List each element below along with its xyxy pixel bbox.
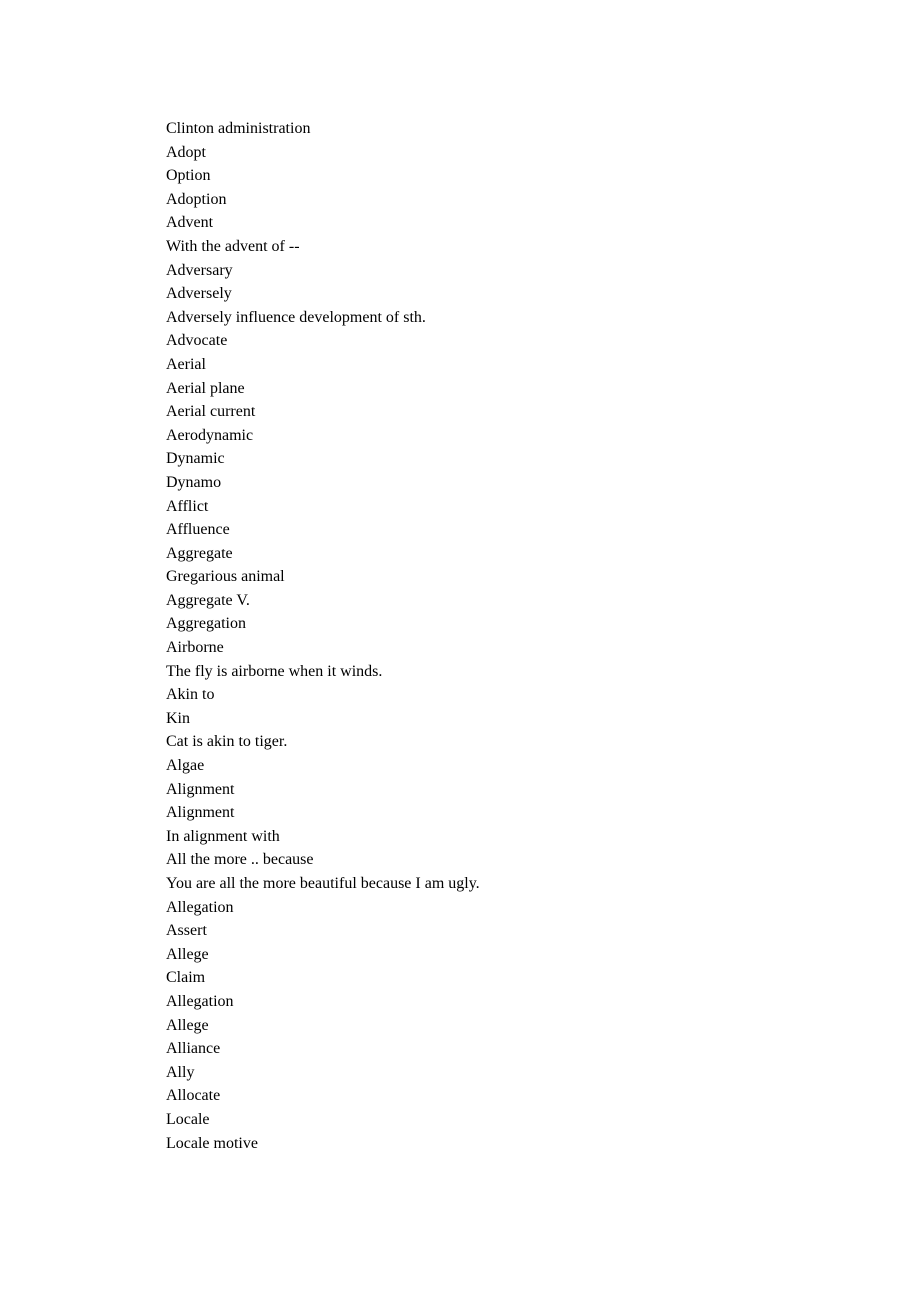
list-item: Aerial current bbox=[166, 400, 840, 424]
list-item: Afflict bbox=[166, 495, 840, 519]
list-item: Allege bbox=[166, 1014, 840, 1038]
list-item: Dynamo bbox=[166, 471, 840, 495]
list-item: Aerial plane bbox=[166, 377, 840, 401]
list-item: Adversely influence development of sth. bbox=[166, 306, 840, 330]
list-item: Kin bbox=[166, 707, 840, 731]
list-item: Gregarious animal bbox=[166, 565, 840, 589]
list-item: Cat is akin to tiger. bbox=[166, 730, 840, 754]
list-item: In alignment with bbox=[166, 825, 840, 849]
list-item: Advocate bbox=[166, 329, 840, 353]
list-item: Alliance bbox=[166, 1037, 840, 1061]
list-item: Adopt bbox=[166, 141, 840, 165]
list-item: Ally bbox=[166, 1061, 840, 1085]
list-item: Aggregate bbox=[166, 542, 840, 566]
list-item: Aggregate V. bbox=[166, 589, 840, 613]
list-item: Allegation bbox=[166, 896, 840, 920]
list-item: Adoption bbox=[166, 188, 840, 212]
list-item: Adversary bbox=[166, 259, 840, 283]
list-item: Allocate bbox=[166, 1084, 840, 1108]
list-item: Allege bbox=[166, 943, 840, 967]
list-item: Assert bbox=[166, 919, 840, 943]
list-item: With the advent of -- bbox=[166, 235, 840, 259]
list-item: Option bbox=[166, 164, 840, 188]
list-item: Aerodynamic bbox=[166, 424, 840, 448]
list-item: Adversely bbox=[166, 282, 840, 306]
list-item: Algae bbox=[166, 754, 840, 778]
list-item: Claim bbox=[166, 966, 840, 990]
list-item: Affluence bbox=[166, 518, 840, 542]
list-item: Airborne bbox=[166, 636, 840, 660]
word-list: Clinton administrationAdoptOptionAdoptio… bbox=[166, 117, 840, 1155]
list-item: All the more .. because bbox=[166, 848, 840, 872]
list-item: Aerial bbox=[166, 353, 840, 377]
list-item: Aggregation bbox=[166, 612, 840, 636]
list-item: Alignment bbox=[166, 778, 840, 802]
list-item: Akin to bbox=[166, 683, 840, 707]
list-item: The fly is airborne when it winds. bbox=[166, 660, 840, 684]
list-item: You are all the more beautiful because I… bbox=[166, 872, 840, 896]
document-page: Clinton administrationAdoptOptionAdoptio… bbox=[0, 0, 920, 1155]
list-item: Advent bbox=[166, 211, 840, 235]
list-item: Allegation bbox=[166, 990, 840, 1014]
list-item: Clinton administration bbox=[166, 117, 840, 141]
list-item: Locale motive bbox=[166, 1132, 840, 1156]
list-item: Locale bbox=[166, 1108, 840, 1132]
list-item: Dynamic bbox=[166, 447, 840, 471]
list-item: Alignment bbox=[166, 801, 840, 825]
